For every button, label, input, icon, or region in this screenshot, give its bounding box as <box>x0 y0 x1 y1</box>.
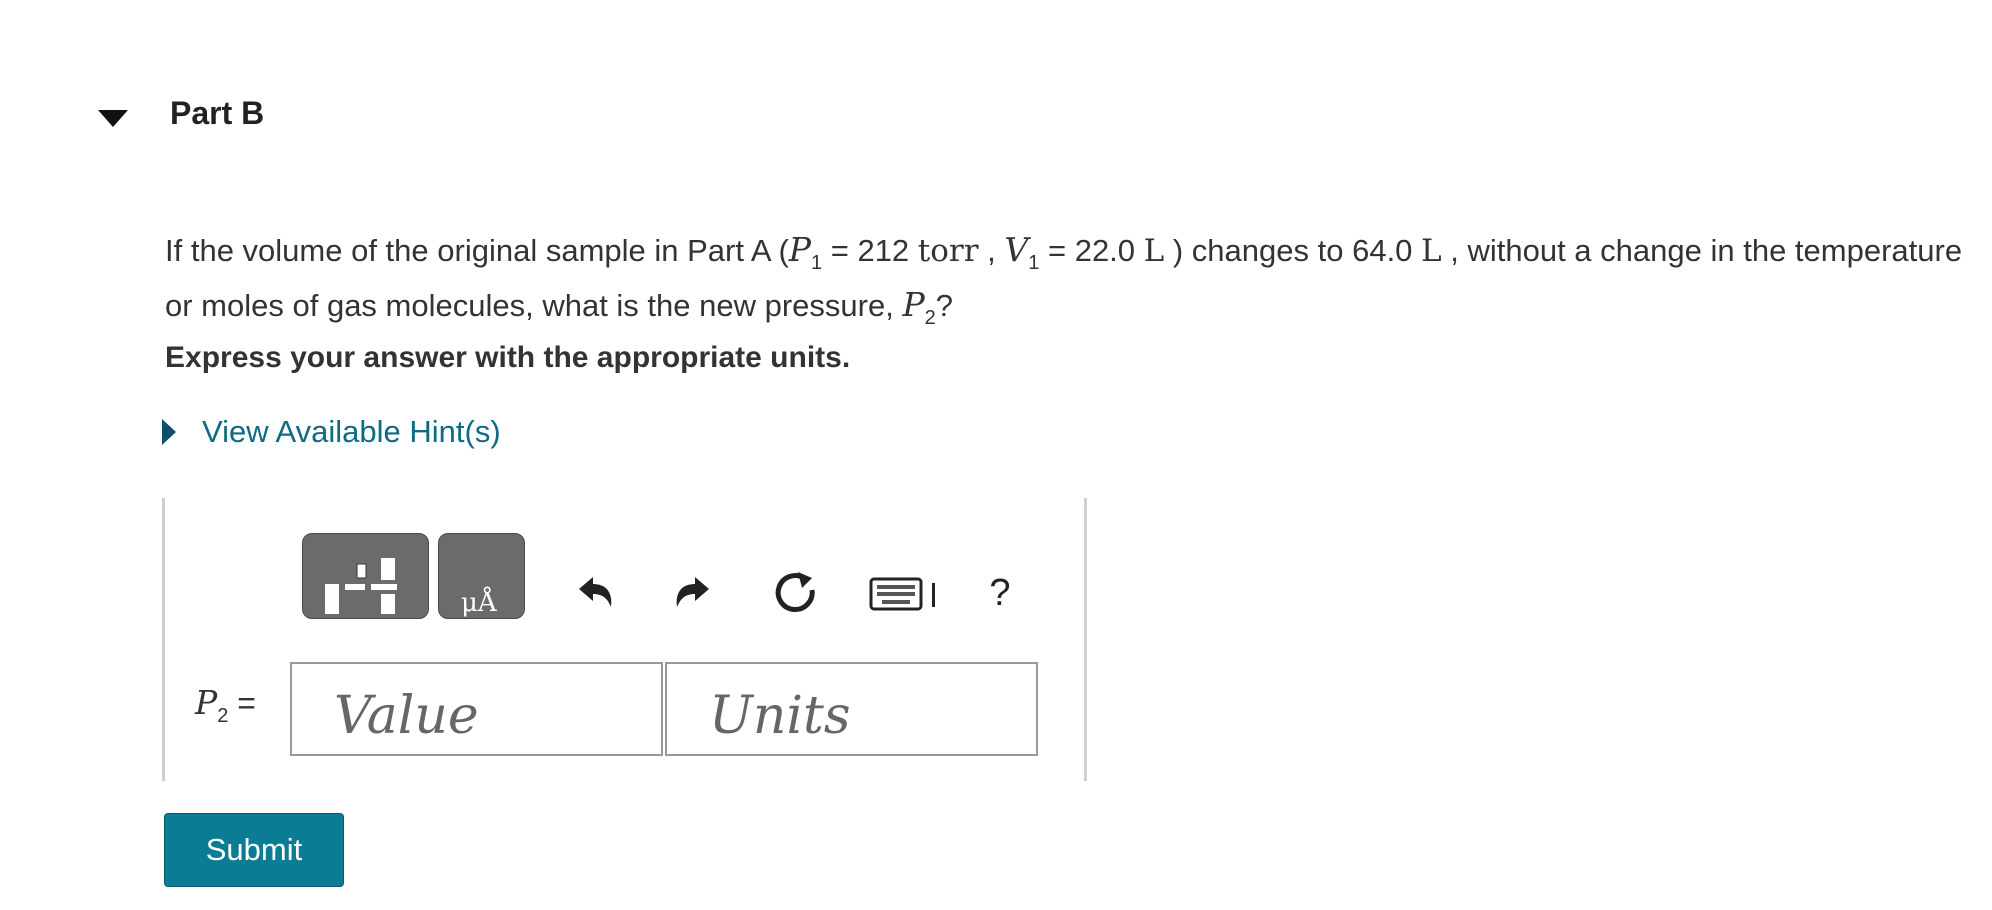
question-text: If the volume of the original sample in … <box>165 230 1963 329</box>
v1-symbol: V <box>1004 230 1029 269</box>
units-button-text: μÅ <box>461 588 497 618</box>
units-button[interactable]: μÅ <box>438 533 525 619</box>
submit-button[interactable]: Submit <box>164 813 344 887</box>
view-hints-link[interactable]: View Available Hint(s) <box>162 414 501 450</box>
p2-symbol: P <box>902 285 925 324</box>
answer-instruction: Express your answer with the appropriate… <box>165 341 851 374</box>
redo-icon <box>676 577 709 607</box>
answer-label: P2 = <box>195 683 256 727</box>
keyboard-shortcuts-button[interactable] <box>868 568 940 618</box>
templates-button[interactable] <box>302 533 429 619</box>
help-label: ? <box>989 571 1011 614</box>
keyboard-icon <box>869 577 935 611</box>
reset-icon <box>775 572 815 612</box>
undo-button[interactable] <box>570 568 620 618</box>
units-input[interactable] <box>665 662 1038 756</box>
reset-button[interactable] <box>772 568 822 618</box>
help-button[interactable]: ? <box>975 568 1025 618</box>
hints-label: View Available Hint(s) <box>202 414 501 449</box>
undo-icon <box>579 577 612 607</box>
redo-button[interactable] <box>668 568 718 618</box>
fraction-template-icon <box>325 558 397 614</box>
value-input[interactable] <box>290 662 663 756</box>
p1-symbol: P <box>788 230 811 269</box>
part-title: Part B <box>170 95 265 131</box>
caret-down-icon <box>98 109 128 127</box>
caret-right-icon <box>162 419 176 445</box>
collapse-part-toggle[interactable] <box>98 106 128 130</box>
